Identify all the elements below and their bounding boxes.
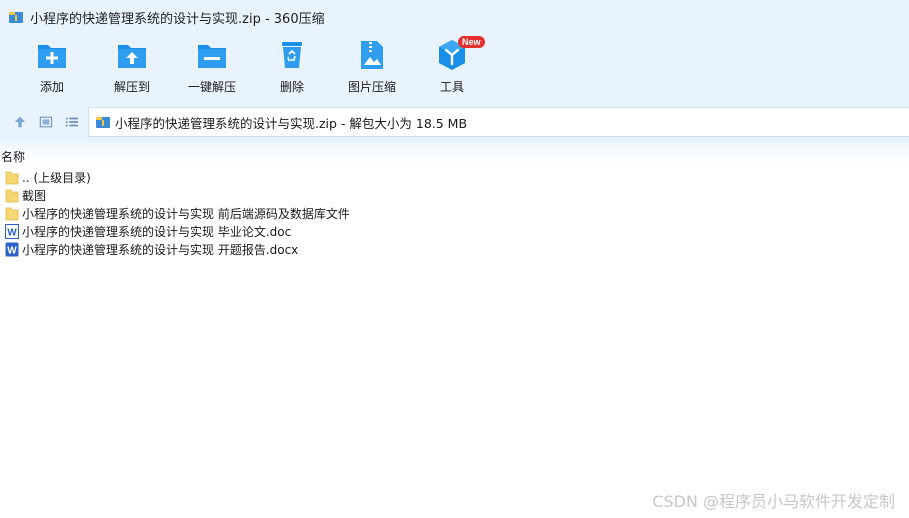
list-item[interactable]: 截图 xyxy=(0,186,909,204)
folder-icon xyxy=(5,188,19,203)
extract-folder-icon xyxy=(118,45,146,68)
address-bar: 小程序的快递管理系统的设计与实现.zip - 解包大小为 18.5 MB xyxy=(0,102,909,142)
zip-archive-icon xyxy=(8,9,24,25)
word-docx-icon: W xyxy=(5,242,19,257)
file-name: 截图 xyxy=(22,188,47,203)
add-folder-icon xyxy=(38,45,66,68)
folder-icon xyxy=(5,206,19,221)
zip-archive-icon xyxy=(95,114,111,130)
image-compress-icon xyxy=(361,41,383,69)
thumbnail-view-icon[interactable] xyxy=(38,114,54,130)
window-title: 小程序的快递管理系统的设计与实现.zip - 360压缩 xyxy=(30,11,325,27)
one-click-extract-icon xyxy=(198,45,226,68)
delete-button[interactable]: 删除 xyxy=(260,38,324,98)
list-item[interactable]: 小程序的快递管理系统的设计与实现 前后端源码及数据库文件 xyxy=(0,204,909,222)
extract-to-button[interactable]: 解压到 xyxy=(100,38,164,98)
add-label: 添加 xyxy=(39,80,64,94)
file-name: 小程序的快递管理系统的设计与实现 前后端源码及数据库文件 xyxy=(22,206,350,221)
svg-text:W: W xyxy=(7,245,17,256)
list-view-icon[interactable] xyxy=(64,114,80,130)
up-arrow-icon[interactable] xyxy=(12,114,28,130)
file-name: .. (上级目录) xyxy=(22,170,91,185)
tools-label: 工具 xyxy=(439,80,464,94)
new-badge: New xyxy=(458,36,485,48)
image-compress-label: 图片压缩 xyxy=(347,80,396,94)
watermark: CSDN @程序员小马软件开发定制 xyxy=(652,492,895,511)
recycle-bin-icon xyxy=(282,42,302,68)
svg-text:W: W xyxy=(7,227,17,238)
word-doc-icon: W xyxy=(5,223,19,239)
folder-icon xyxy=(5,170,19,185)
list-item[interactable]: .. (上级目录) xyxy=(0,168,909,186)
column-name-header[interactable]: 名称 xyxy=(1,148,25,165)
delete-label: 删除 xyxy=(279,80,304,94)
add-button[interactable]: 添加 xyxy=(20,38,84,98)
title-bar: 小程序的快递管理系统的设计与实现.zip - 360压缩 xyxy=(0,0,909,34)
file-name: 小程序的快递管理系统的设计与实现 毕业论文.doc xyxy=(22,224,292,239)
column-header: 名称 xyxy=(0,142,909,164)
path-field[interactable]: 小程序的快递管理系统的设计与实现.zip - 解包大小为 18.5 MB xyxy=(88,107,909,137)
list-item[interactable]: W 小程序的快递管理系统的设计与实现 开题报告.docx xyxy=(0,240,909,258)
toolbar: 添加 解压到 一键解压 删除 图片压缩 New 工具 xyxy=(0,34,909,102)
path-text: 小程序的快递管理系统的设计与实现.zip - 解包大小为 18.5 MB xyxy=(115,115,468,131)
extract-to-label: 解压到 xyxy=(113,80,150,94)
file-list: .. (上级目录) 截图 小程序的快递管理系统的设计与实现 前后端源码及数据库文… xyxy=(0,168,909,258)
tools-button[interactable]: New 工具 xyxy=(420,36,485,98)
one-click-extract-label: 一键解压 xyxy=(187,80,236,94)
list-item[interactable]: W 小程序的快递管理系统的设计与实现 毕业论文.doc xyxy=(0,222,909,240)
image-compress-button[interactable]: 图片压缩 xyxy=(340,38,404,98)
one-click-extract-button[interactable]: 一键解压 xyxy=(180,38,244,98)
file-name: 小程序的快递管理系统的设计与实现 开题报告.docx xyxy=(22,242,299,257)
